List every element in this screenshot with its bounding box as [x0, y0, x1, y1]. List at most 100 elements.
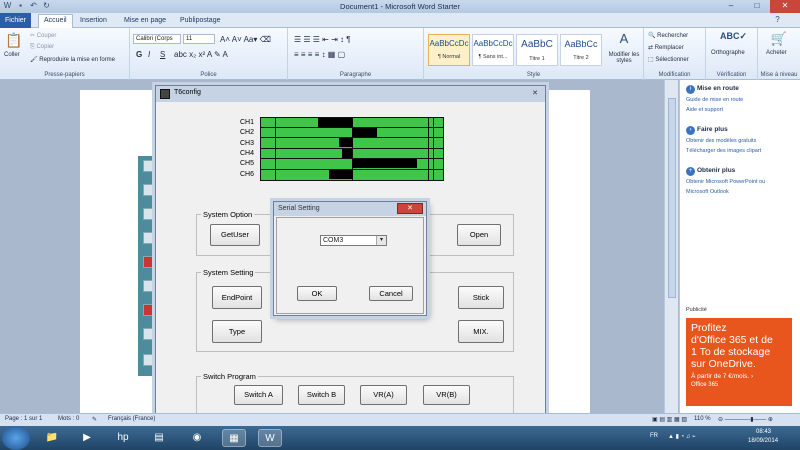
- serial-title-bar: Serial Setting ✕: [274, 202, 426, 216]
- replace-button[interactable]: ⇄ Remplacer: [648, 44, 684, 51]
- ok-button[interactable]: OK: [297, 286, 337, 301]
- proofing-group: ABC✓ Orthographe Vérification: [706, 28, 758, 80]
- clipart-link[interactable]: Télécharger des images clipart: [686, 148, 761, 154]
- align-icons[interactable]: ≡ ≡ ≡ ≡ ↕ ▦ ▢: [294, 50, 345, 59]
- language-status[interactable]: Français (France): [108, 416, 155, 422]
- vertical-scrollbar[interactable]: [664, 80, 678, 413]
- switch-program-legend: Switch Program: [201, 372, 258, 381]
- switch-b-button[interactable]: Switch B: [298, 385, 345, 405]
- modify-styles-icon[interactable]: A: [614, 31, 634, 46]
- spelling-icon[interactable]: ABC✓: [720, 31, 747, 42]
- word-taskbar-icon[interactable]: W: [258, 429, 282, 447]
- chrome-icon[interactable]: ◉: [185, 429, 209, 447]
- ch3-label: CH3: [240, 140, 255, 147]
- endpoint-button[interactable]: EndPoint: [212, 286, 262, 309]
- grow-font-icon[interactable]: A˄ A˅ Aa▾ ⌫: [220, 35, 271, 44]
- dropdown-arrow-icon[interactable]: ▾: [376, 236, 386, 245]
- paste-icon[interactable]: 📋: [4, 32, 24, 49]
- minimize-button[interactable]: –: [718, 0, 744, 13]
- ch5-bar: [352, 159, 417, 168]
- system-option-legend: System Option: [201, 210, 255, 219]
- status-bar: Page : 1 sur 1 Mots : 0 ✎ Français (Fran…: [0, 413, 800, 426]
- view-icons[interactable]: ▣ ▤ ▥ ▦ ▧: [652, 416, 687, 423]
- font-size-combo[interactable]: 11: [183, 34, 215, 44]
- font-group: Calibri (Corps 11 A˄ A˅ Aa▾ ⌫ G I S abc …: [130, 28, 288, 80]
- close-button[interactable]: ✕: [770, 0, 800, 13]
- format-painter-button[interactable]: 🖌 Reproduire la mise en forme: [30, 56, 115, 63]
- get-more-title: Obtenir plus: [697, 167, 736, 174]
- style-heading-2[interactable]: AaBbCc Titre 2: [560, 34, 602, 66]
- find-button[interactable]: 🔍 Rechercher: [648, 32, 688, 39]
- clock-date[interactable]: 18/09/2014: [748, 438, 778, 444]
- help-icon[interactable]: ?: [772, 15, 783, 25]
- hp-icon[interactable]: hp: [111, 429, 135, 447]
- bold-button[interactable]: G: [136, 50, 142, 59]
- serial-close-button[interactable]: ✕: [397, 203, 423, 214]
- clock-time[interactable]: 08:43: [756, 429, 771, 435]
- buy-button[interactable]: Acheter: [766, 50, 787, 56]
- style-normal[interactable]: AaBbCcDc ¶ Normal: [428, 34, 470, 66]
- ad-price[interactable]: À partir de 7 €/mois. ›: [691, 373, 787, 380]
- ch5-label: CH5: [240, 160, 255, 167]
- outlook-link[interactable]: Microsoft Outlook: [686, 189, 729, 195]
- underline-button[interactable]: S: [160, 50, 165, 59]
- tab-mailings[interactable]: Publipostage: [180, 15, 220, 27]
- tab-insert[interactable]: Insertion: [80, 15, 107, 27]
- proofing-status-icon[interactable]: ✎: [92, 416, 97, 423]
- cancel-button[interactable]: Cancel: [369, 286, 413, 301]
- font-effects-icon[interactable]: abc x₂ x² A ✎ A: [174, 50, 228, 59]
- media-player-icon[interactable]: ▶: [75, 429, 99, 447]
- style-no-spacing[interactable]: AaBbCcDc ¶ Sans int...: [472, 34, 514, 66]
- paragraph-group: ☰ ☰ ☰ ⇤ ⇥ ↕ ¶ ≡ ≡ ≡ ≡ ↕ ▦ ▢ Paragraphe: [288, 28, 424, 80]
- com-port-select[interactable]: COM3 ▾: [320, 235, 387, 246]
- explorer-icon[interactable]: 📁: [40, 429, 64, 447]
- ch4-bar: [342, 149, 352, 158]
- vr-a-button[interactable]: VR(A): [360, 385, 407, 405]
- serial-title: Serial Setting: [278, 205, 320, 212]
- getuser-button[interactable]: GetUser: [210, 224, 260, 246]
- tray-icons[interactable]: ▲ ▮ ◔ ♫ ⌁: [668, 433, 696, 440]
- t6config-title: T6config: [174, 89, 201, 96]
- font-name-combo[interactable]: Calibri (Corps: [133, 34, 181, 44]
- switch-a-button[interactable]: Switch A: [234, 385, 283, 405]
- vr-b-button[interactable]: VR(B): [423, 385, 470, 405]
- start-button[interactable]: [2, 426, 30, 450]
- maximize-button[interactable]: □: [744, 0, 770, 13]
- cut-button[interactable]: ✂ Couper: [30, 32, 56, 39]
- italic-button[interactable]: I: [148, 50, 150, 59]
- paste-button[interactable]: Coller: [4, 52, 20, 58]
- stick-button[interactable]: Stick: [458, 286, 504, 309]
- editing-group: 🔍 Rechercher ⇄ Remplacer ⬚ Sélectionner …: [644, 28, 706, 80]
- t6config-taskbar-icon[interactable]: ▦: [222, 429, 246, 447]
- select-button[interactable]: ⬚ Sélectionner: [648, 56, 689, 63]
- clipboard-group: 📋 Coller ✂ Couper ⎘ Copier 🖌 Reproduire …: [0, 28, 130, 80]
- cart-icon[interactable]: 🛒: [768, 31, 790, 47]
- type-button[interactable]: Type: [212, 320, 262, 343]
- title-bar: W ▪ ↶ ↻ Document1 - Microsoft Word Start…: [0, 0, 800, 13]
- zoom-level[interactable]: 110 %: [694, 416, 711, 422]
- scrollbar-thumb[interactable]: [668, 98, 676, 298]
- open-button[interactable]: Open: [457, 224, 501, 246]
- t6config-close-icon[interactable]: ✕: [529, 88, 541, 99]
- powerpoint-link[interactable]: Obtenir Microsoft PowerPoint ou: [686, 179, 765, 185]
- info-icon: i: [686, 85, 695, 94]
- mix-button[interactable]: MIX.: [458, 320, 504, 343]
- spelling-button[interactable]: Orthographe: [711, 50, 745, 56]
- app-icon[interactable]: ▤: [147, 429, 171, 447]
- editing-label: Modification: [658, 72, 691, 78]
- office-365-ad[interactable]: Profitez d'Office 365 et de 1 To de stoc…: [686, 318, 792, 406]
- page-count[interactable]: Page : 1 sur 1: [5, 416, 42, 422]
- help-link[interactable]: Aide et support: [686, 107, 723, 113]
- style-heading-1[interactable]: AaBbC Titre 1: [516, 34, 558, 66]
- modify-styles-button[interactable]: Modifier les styles: [608, 52, 640, 64]
- tab-home[interactable]: Accueil: [38, 14, 73, 28]
- copy-button[interactable]: ⎘ Copier: [30, 44, 54, 51]
- input-language[interactable]: FR: [650, 433, 658, 439]
- tab-file[interactable]: Fichier: [0, 13, 32, 28]
- tab-page-layout[interactable]: Mise en page: [124, 15, 166, 27]
- zoom-slider[interactable]: ⊖ ──────▮─── ⊕: [718, 416, 773, 423]
- templates-link[interactable]: Obtenir des modèles gratuits: [686, 138, 756, 144]
- list-icons[interactable]: ☰ ☰ ☰ ⇤ ⇥ ↕ ¶: [294, 35, 351, 44]
- guide-link[interactable]: Guide de mise en route: [686, 97, 743, 103]
- word-count[interactable]: Mots : 0: [58, 416, 79, 422]
